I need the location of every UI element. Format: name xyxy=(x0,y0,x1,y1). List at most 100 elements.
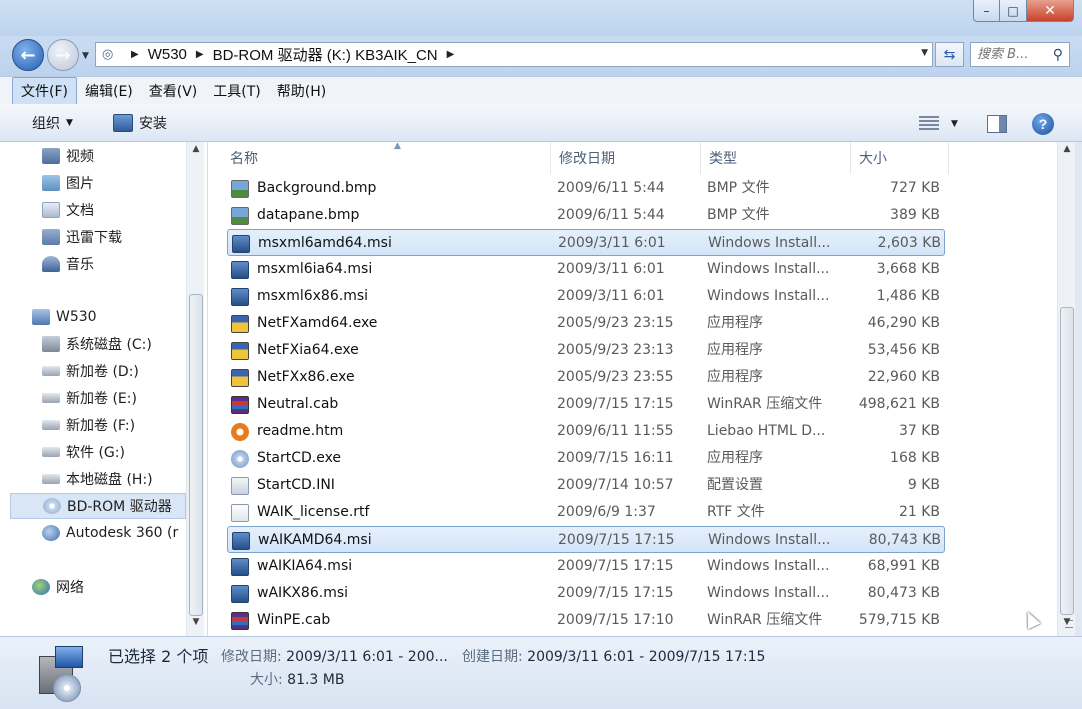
address-bar[interactable]: ◎ ▶ W530 ▶ BD-ROM 驱动器 (K:) KB3AIK_CN ▶ ▼ xyxy=(95,42,933,67)
file-name-cell[interactable]: wAIKIA64.msi xyxy=(231,553,541,580)
address-history-dropdown[interactable]: ▼ xyxy=(921,48,928,58)
file-row[interactable]: StartCD.INI 2009/7/14 10:57 配置设置 9 KB xyxy=(227,472,945,499)
nav-item-documents[interactable]: 文档 xyxy=(42,197,207,223)
search-box[interactable]: ⚲ xyxy=(970,42,1070,67)
size-label: 大小: xyxy=(250,672,283,688)
file-row[interactable]: wAIKAMD64.msi 2009/7/15 17:15 Windows Inst… xyxy=(227,526,945,553)
winrar-archive-icon xyxy=(231,611,249,630)
file-name-cell[interactable]: wAIKX86.msi xyxy=(231,580,541,607)
menu-view[interactable]: 查看(V) xyxy=(141,78,206,104)
breadcrumb-item-drive[interactable]: BD-ROM 驱动器 (K:) KB3AIK_CN xyxy=(213,44,438,65)
scroll-up-icon[interactable]: ▲ xyxy=(1058,144,1076,161)
file-size: 2,603 KB xyxy=(877,235,941,251)
file-row[interactable]: NetFXamd64.exe 2005/9/23 23:15 应用程序 46,290 … xyxy=(227,310,945,337)
nav-item-drive-e[interactable]: 新加卷 (E:) xyxy=(42,385,207,411)
nav-item-music[interactable]: 音乐 xyxy=(42,251,207,277)
scroll-down-icon[interactable]: ▼ xyxy=(1058,617,1076,634)
column-header-date[interactable]: 修改日期 xyxy=(551,142,701,174)
file-name-cell[interactable]: WinPE.cab xyxy=(231,607,541,634)
file-name-cell[interactable]: NetFXamd64.exe xyxy=(231,310,541,337)
column-header-name[interactable]: 名称 ▲ xyxy=(222,142,551,174)
file-row[interactable]: NetFXx86.exe 2005/9/23 23:55 应用程序 22,960 KB xyxy=(227,364,945,391)
file-type: Windows Install... xyxy=(707,261,830,277)
file-name-cell[interactable]: Background.bmp xyxy=(231,175,541,202)
file-row[interactable]: StartCD.exe 2009/7/15 16:11 应用程序 168 KB xyxy=(227,445,945,472)
file-name-cell[interactable]: StartCD.INI xyxy=(231,472,541,499)
close-button[interactable]: ✕ xyxy=(1027,0,1074,22)
change-view-icon[interactable] xyxy=(919,116,939,130)
nav-item-drive-c[interactable]: 系统磁盘 (C:) xyxy=(42,331,207,357)
nav-item-drive-f[interactable]: 新加卷 (F:) xyxy=(42,412,207,438)
cd-app-icon xyxy=(231,449,249,468)
scrollbar-thumb[interactable] xyxy=(1060,307,1074,628)
nav-item-computer[interactable]: W530 xyxy=(32,304,207,330)
recent-pages-dropdown[interactable]: ▼ xyxy=(82,51,89,61)
menu-file[interactable]: 文件(F) xyxy=(12,76,77,105)
file-date: 2009/7/15 17:15 xyxy=(557,396,674,412)
forward-button[interactable]: → xyxy=(47,39,79,71)
navigation-pane: 视频 图片 文档 迅雷下载 音乐 W530 系统磁盘 (C:) 新加卷 (D:)… xyxy=(0,142,207,636)
preview-pane-icon[interactable] xyxy=(987,115,1007,133)
file-name-cell[interactable]: StartCD.exe xyxy=(231,445,541,472)
file-name-cell[interactable]: msxml6amd64.msi xyxy=(232,230,542,257)
organize-button[interactable]: 组织 ▼ xyxy=(32,113,73,133)
file-row[interactable]: WAIK_license.rtf 2009/6/9 1:37 RTF 文件 21 KB xyxy=(227,499,945,526)
nav-item-drive-d[interactable]: 新加卷 (D:) xyxy=(42,358,207,384)
file-row[interactable]: readme.htm 2009/6/11 11:55 Liebao HTML D..… xyxy=(227,418,945,445)
menu-tools[interactable]: 工具(T) xyxy=(205,78,268,104)
nav-item-drive-h[interactable]: 本地磁盘 (H:) xyxy=(42,466,207,492)
nav-item-pictures[interactable]: 图片 xyxy=(42,170,207,196)
scroll-up-icon[interactable]: ▲ xyxy=(187,144,205,161)
menu-help[interactable]: 帮助(H) xyxy=(269,78,334,104)
file-row[interactable]: msxml6x86.msi 2009/3/11 6:01 Windows Insta… xyxy=(227,283,945,310)
nav-item-bd-rom[interactable]: BD-ROM 驱动器 xyxy=(10,493,186,519)
scroll-down-icon[interactable]: ▼ xyxy=(187,617,205,634)
nav-item-autodesk-360[interactable]: Autodesk 360 (r xyxy=(42,520,186,546)
menu-edit[interactable]: 编辑(E) xyxy=(77,78,141,104)
file-row[interactable]: WinPE.cab 2009/7/15 17:10 WinRAR 压缩文件 579,7… xyxy=(227,607,945,634)
breadcrumb-item-computer[interactable]: W530 xyxy=(148,46,187,63)
minimize-button[interactable]: – xyxy=(973,0,1000,22)
install-button[interactable]: 安装 xyxy=(113,113,167,133)
breadcrumb-chevron-icon[interactable]: ▶ xyxy=(131,49,139,60)
file-type: Windows Install... xyxy=(708,235,831,251)
file-name-cell[interactable]: WAIK_license.rtf xyxy=(231,499,541,526)
refresh-button[interactable]: ⇆ xyxy=(935,42,964,67)
file-name-cell[interactable]: datapane.bmp xyxy=(231,202,541,229)
nav-item-drive-g[interactable]: 软件 (G:) xyxy=(42,439,207,465)
nav-item-downloads[interactable]: 迅雷下载 xyxy=(42,224,207,250)
file-row[interactable]: NetFXia64.exe 2005/9/23 23:13 应用程序 53,456 K… xyxy=(227,337,945,364)
file-name-cell[interactable]: msxml6ia64.msi xyxy=(231,256,541,283)
file-name-cell[interactable]: NetFXia64.exe xyxy=(231,337,541,364)
view-options-dropdown[interactable]: ▼ xyxy=(951,119,958,129)
file-name-cell[interactable]: readme.htm xyxy=(231,418,541,445)
nav-item-videos[interactable]: 视频 xyxy=(42,143,207,169)
file-date: 2009/6/11 11:55 xyxy=(557,423,674,439)
file-row[interactable]: Neutral.cab 2009/7/15 17:15 WinRAR 压缩文件 498… xyxy=(227,391,945,418)
breadcrumb-chevron-icon[interactable]: ▶ xyxy=(196,49,204,60)
file-list-scrollbar[interactable]: ▲ ▼ xyxy=(1057,142,1075,636)
file-row[interactable]: wAIKX86.msi 2009/7/15 17:15 Windows Instal… xyxy=(227,580,945,607)
column-header-type[interactable]: 类型 xyxy=(701,142,851,174)
nav-item-network[interactable]: 网络 xyxy=(32,574,207,600)
file-name-cell[interactable]: msxml6x86.msi xyxy=(231,283,541,310)
search-icon[interactable]: ⚲ xyxy=(1053,47,1063,63)
file-row[interactable]: msxml6amd64.msi 2009/3/11 6:01 Windows Ins… xyxy=(227,229,945,256)
maximize-button[interactable]: □ xyxy=(1000,0,1027,22)
file-row[interactable]: wAIKIA64.msi 2009/7/15 17:15 Windows Insta… xyxy=(227,553,945,580)
file-size: 579,715 KB xyxy=(858,612,940,628)
search-input[interactable] xyxy=(977,47,1043,62)
file-name-cell[interactable]: NetFXx86.exe xyxy=(231,364,541,391)
nav-item-label: 音乐 xyxy=(66,257,94,273)
breadcrumb-chevron-icon[interactable]: ▶ xyxy=(447,49,455,60)
file-row[interactable]: datapane.bmp 2009/6/11 5:44 BMP 文件 389 KB xyxy=(227,202,945,229)
help-icon[interactable]: ? xyxy=(1032,113,1054,135)
file-row[interactable]: Background.bmp 2009/6/11 5:44 BMP 文件 727 KB xyxy=(227,175,945,202)
file-row[interactable]: msxml6ia64.msi 2009/3/11 6:01 Windows Inst… xyxy=(227,256,945,283)
file-name-cell[interactable]: Neutral.cab xyxy=(231,391,541,418)
column-header-size[interactable]: 大小 xyxy=(851,142,949,174)
file-name-cell[interactable]: wAIKAMD64.msi xyxy=(232,527,542,554)
back-button[interactable]: ← xyxy=(12,39,44,71)
navigation-scrollbar[interactable]: ▲ ▼ xyxy=(186,142,204,636)
scrollbar-thumb[interactable] xyxy=(189,294,203,616)
